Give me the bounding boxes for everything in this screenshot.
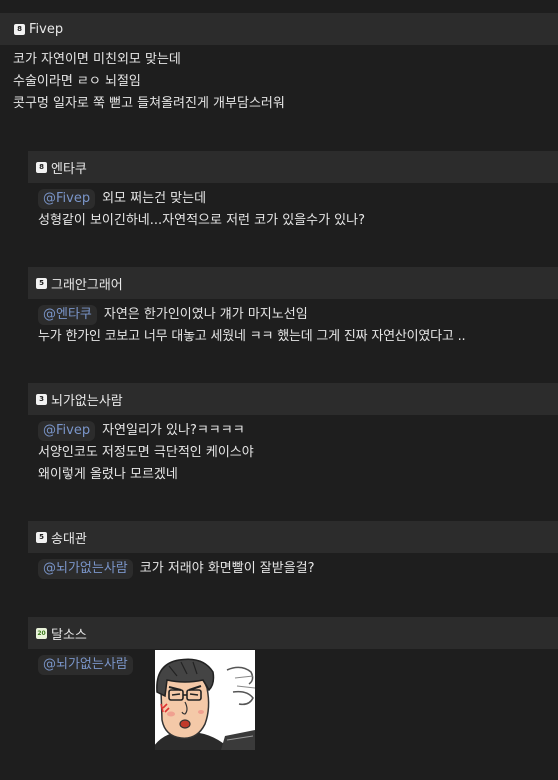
reply-graeangraeeo: 5 그래안그래어 @엔타쿠 자연은 한가인이였나 걔가 마지노선임 누가 한가인 …	[28, 267, 558, 348]
mention-tag[interactable]: @Fivep	[38, 421, 96, 441]
comment-text-line: 성형같이 보이긴하네...자연적으로 저런 코가 있을수가 있나?	[38, 213, 365, 228]
level-badge-icon: 20	[36, 627, 47, 639]
angry-man-sticker[interactable]	[155, 650, 255, 750]
comment-header: 8 Fivep	[0, 13, 558, 45]
author-name[interactable]: 그래안그래어	[51, 274, 123, 293]
comment-body: @엔타쿠 자연은 한가인이였나 걔가 마지노선임 누가 한가인 코보고 너무 대놓…	[28, 299, 558, 348]
level-badge-icon: 5	[36, 531, 47, 543]
reply-songdaegwan: 5 송대관 @뇌가없는사람 코가 저래야 화면빨이 잘받을걸?	[28, 521, 558, 580]
level-badge-icon: 3	[36, 393, 47, 405]
comment-text: 코가 저래야 화면빨이 잘받을걸?	[139, 561, 315, 576]
author-name[interactable]: Fivep	[29, 22, 63, 37]
comment-text-line: @엔타쿠 자연은 한가인이였나 걔가 마지노선임	[38, 304, 558, 326]
comment-text-line: 왜이렇게 올렸나 모르겠네	[38, 467, 178, 482]
reply-noegaeopneunsaram: 3 뇌가없는사람 @Fivep 자연일리가 있나?ㅋㅋㅋㅋ 서양인코도 저정도면 …	[28, 383, 558, 486]
level-badge-icon: 5	[36, 277, 47, 289]
comment-fivep: 8 Fivep 코가 자연이면 미친외모 맞는데 수술이라면 ㄹㅇ 뇌절임 콧구…	[0, 13, 558, 115]
comment-body: @Fivep 자연일리가 있나?ㅋㅋㅋㅋ 서양인코도 저정도면 극단적인 케이스야…	[28, 415, 558, 486]
comment-header: 8 엔타쿠	[28, 151, 558, 183]
comment-header: 5 그래안그래어	[28, 267, 558, 299]
comment-text-line: 서양인코도 저정도면 극단적인 케이스야	[38, 445, 254, 460]
author-name[interactable]: 달소스	[51, 624, 87, 643]
comment-body: @뇌가없는사람 코가 저래야 화면빨이 잘받을걸?	[28, 553, 558, 580]
mention-tag[interactable]: @Fivep	[38, 189, 96, 209]
level-badge-icon: 8	[14, 23, 25, 35]
reply-dalsoseu: 20 달소스 @뇌가없는사람	[28, 617, 558, 757]
mention-tag[interactable]: @뇌가없는사람	[38, 655, 133, 675]
mention-tag[interactable]: @뇌가없는사람	[38, 559, 133, 579]
comment-text-line: @뇌가없는사람	[38, 654, 558, 676]
comment-header: 3 뇌가없는사람	[28, 383, 558, 415]
comment-body: @Fivep 외모 쩌는건 맞는데 성형같이 보이긴하네...자연적으로 저런 코…	[28, 183, 558, 232]
comment-text-line: 코가 자연이면 미친외모 맞는데	[13, 52, 181, 67]
comment-text-line: @Fivep 자연일리가 있나?ㅋㅋㅋㅋ	[38, 420, 558, 442]
author-name[interactable]: 송대관	[51, 528, 87, 547]
comment-text-line: 수술이라면 ㄹㅇ 뇌절임	[13, 74, 141, 89]
sticker-drawing	[155, 650, 255, 750]
comment-text: 외모 쩌는건 맞는데	[102, 191, 207, 206]
comment-body: 코가 자연이면 미친외모 맞는데 수술이라면 ㄹㅇ 뇌절임 콧구멍 일자로 쭉 …	[0, 45, 558, 115]
mention-tag[interactable]: @엔타쿠	[38, 305, 97, 325]
reply-entaku: 8 엔타쿠 @Fivep 외모 쩌는건 맞는데 성형같이 보이긴하네...자연적으…	[28, 151, 558, 232]
comment-text-line: 누가 한가인 코보고 너무 대놓고 세웠네 ㅋㅋ 했는데 그게 진짜 자연산이였…	[38, 329, 466, 344]
comment-header: 5 송대관	[28, 521, 558, 553]
author-name[interactable]: 엔타쿠	[51, 158, 87, 177]
comment-text: 자연일리가 있나?ㅋㅋㅋㅋ	[102, 423, 245, 438]
author-name[interactable]: 뇌가없는사람	[51, 390, 123, 409]
level-badge-icon: 8	[36, 161, 47, 173]
comment-text-line: @Fivep 외모 쩌는건 맞는데	[38, 188, 558, 210]
comment-header: 20 달소스	[28, 617, 558, 649]
comment-body: @뇌가없는사람	[28, 649, 558, 676]
comment-text: 자연은 한가인이였나 걔가 마지노선임	[103, 307, 308, 322]
comment-text-line: 콧구멍 일자로 쭉 뻗고 들쳐올려진게 개부담스러워	[13, 96, 285, 111]
comment-text-line: @뇌가없는사람 코가 저래야 화면빨이 잘받을걸?	[38, 558, 558, 580]
